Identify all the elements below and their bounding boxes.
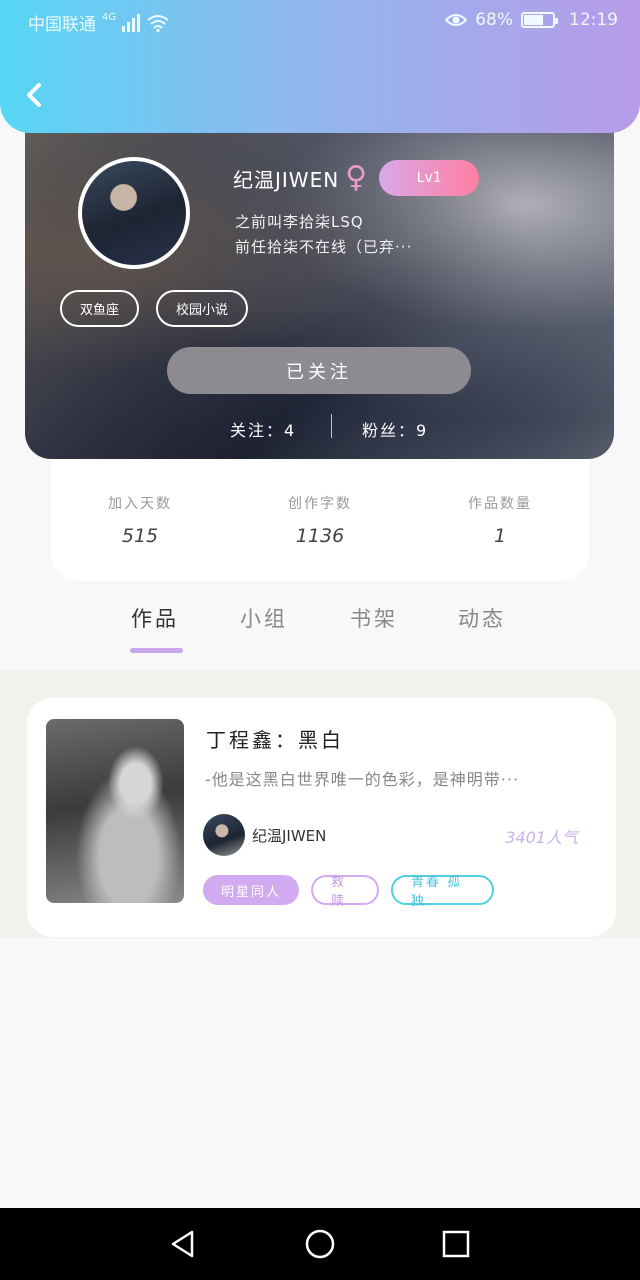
stat-value: 515 [121, 525, 159, 547]
nav-back-icon[interactable] [167, 1228, 199, 1260]
stat-value: 1 [493, 525, 507, 547]
battery-icon [521, 12, 558, 28]
battery-fill [524, 15, 543, 25]
network-label: 4G [102, 12, 117, 23]
nav-recent-apps-icon[interactable] [440, 1228, 472, 1260]
bio-line-1: 之前叫李拾柒LSQ [235, 213, 364, 231]
following-count[interactable]: 关注：4 [230, 417, 296, 441]
work-cover-image[interactable] [46, 719, 184, 903]
work-tags: 明星同人 救赎 青春 孤独 [203, 875, 494, 909]
profile-bio: 之前叫李拾柒LSQ 前任拾柒不在线（已弃··· [235, 210, 465, 260]
work-tag-celebrity-fanfic[interactable]: 明星同人 [203, 875, 299, 905]
follow-button[interactable]: 已关注 [167, 347, 471, 394]
follow-counts: 关注：4 粉丝：9 [25, 414, 614, 444]
stat-word-count: 创作字数 1136 [245, 493, 395, 547]
stat-label: 加入天数 [108, 496, 172, 512]
work-card[interactable]: 丁程鑫：黑白 -他是这黑白世界唯一的色彩，是神明带··· 纪温JIWEN 340… [27, 698, 616, 937]
tab-activity[interactable]: 动态 [458, 603, 506, 633]
work-title: 丁程鑫：黑白 [206, 728, 344, 752]
status-bar: 中国联通 4G 68% 12:19 [0, 8, 640, 36]
fans-count[interactable]: 粉丝：9 [362, 417, 428, 441]
stat-join-days: 加入天数 515 [65, 493, 215, 547]
battery-percent: 68% [475, 10, 513, 30]
popularity-count: 3401人气 [505, 828, 578, 847]
profile-tag-genre[interactable]: 校园小说 [156, 290, 249, 327]
stat-label: 作品数量 [468, 496, 532, 512]
bio-line-2: 前任拾柒不在线（已弃··· [235, 238, 413, 256]
nav-home-icon[interactable] [304, 1228, 336, 1260]
tab-works[interactable]: 作品 [131, 603, 179, 633]
eye-comfort-icon [445, 14, 468, 26]
profile-name-row: 纪温JIWEN ♀ Lv1 [233, 160, 480, 196]
stats-card: 加入天数 515 创作字数 1136 作品数量 1 [51, 455, 589, 581]
level-badge: Lv1 [379, 160, 480, 196]
signal-icon [122, 13, 141, 32]
female-icon: ♀ [345, 160, 368, 195]
clock: 12:19 [569, 10, 618, 30]
work-description: -他是这黑白世界唯一的色彩，是神明带··· [205, 770, 520, 789]
work-tag-youth-loneliness[interactable]: 青春 孤独 [391, 875, 494, 909]
active-tab-indicator [130, 648, 183, 653]
profile-tag-zodiac[interactable]: 双鱼座 [60, 290, 140, 327]
system-nav-bar [0, 1208, 640, 1280]
profile-name: 纪温JIWEN [233, 167, 340, 192]
profile-tabs: 作品 小组 书架 动态 [0, 598, 640, 658]
work-tag-redemption[interactable]: 救赎 [311, 875, 379, 909]
profile-tags: 双鱼座 校园小说 [60, 290, 249, 327]
tab-groups[interactable]: 小组 [240, 603, 288, 633]
tab-bookshelf[interactable]: 书架 [350, 603, 398, 633]
counts-divider [331, 414, 332, 438]
carrier-label: 中国联通 [28, 15, 96, 35]
author-avatar[interactable] [203, 814, 245, 856]
author-name[interactable]: 纪温JIWEN [252, 825, 326, 846]
stat-label: 创作字数 [288, 496, 352, 512]
profile-avatar[interactable] [78, 157, 190, 269]
wifi-icon [147, 14, 169, 32]
stat-value: 1136 [295, 525, 345, 547]
back-chevron-icon[interactable] [20, 78, 50, 112]
header-bar: 中国联通 4G 68% 12:19 [0, 0, 640, 133]
profile-card: 纪温JIWEN ♀ Lv1 之前叫李拾柒LSQ 前任拾柒不在线（已弃··· 双鱼… [25, 120, 614, 459]
stat-works-count: 作品数量 1 [425, 493, 575, 547]
